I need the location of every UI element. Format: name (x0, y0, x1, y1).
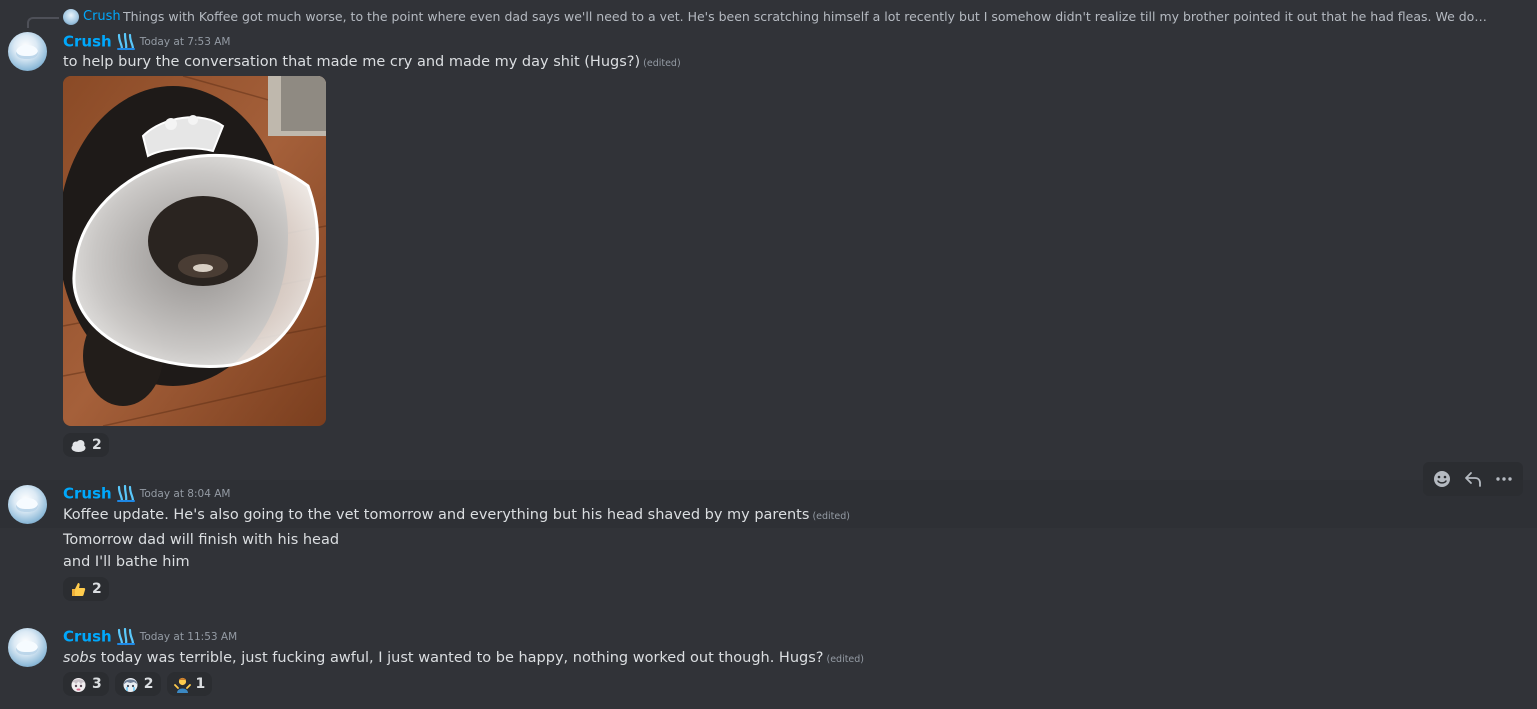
role-badge-icon[interactable] (116, 32, 136, 51)
reply-author[interactable]: Crush (83, 6, 121, 28)
message-text: Koffee update. He's also going to the ve… (63, 507, 810, 523)
edited-label: (edited) (826, 654, 865, 665)
reaction-person-shrug[interactable]: 1 (166, 672, 213, 696)
edited-label: (edited) (812, 511, 850, 522)
message-content: Koffee update. He's also going to the ve… (63, 504, 850, 528)
reaction-crying-character[interactable]: 2 (114, 672, 161, 696)
cloud-icon (71, 439, 86, 452)
message-text: Tomorrow dad will finish with his head (63, 532, 340, 548)
reply-spine (27, 17, 59, 28)
reaction-count: 2 (92, 581, 102, 597)
emphasis-text: sobs (63, 650, 97, 666)
avatar[interactable] (8, 485, 47, 524)
person-shrug-icon (173, 677, 191, 693)
message-timestamp[interactable]: Today at 11:53 AM (140, 631, 237, 643)
message-text: today was terrible, just fucking awful, … (96, 650, 824, 666)
role-badge-icon[interactable] (116, 484, 136, 503)
crying-character-icon (123, 677, 138, 692)
message-header: Crush Today at 11:53 AM (63, 626, 237, 646)
reply-icon (1465, 472, 1481, 487)
role-badge-icon[interactable] (116, 627, 136, 646)
add-reaction-button[interactable] (1428, 465, 1456, 493)
message-text: to help bury the conversation that made … (63, 54, 641, 70)
reaction-sad-character[interactable]: 3 (63, 672, 109, 696)
more-options-button[interactable] (1490, 465, 1518, 493)
message-header: Crush Today at 7:53 AM (63, 31, 230, 51)
message-content: sobs today was terrible, just fucking aw… (63, 647, 864, 671)
avatar[interactable] (8, 32, 47, 71)
message-group: Crush Today at 7:53 AM to help bury the … (0, 28, 1537, 460)
reaction-count: 2 (143, 676, 154, 692)
message-timestamp[interactable]: Today at 8:04 AM (140, 488, 231, 500)
author-name[interactable]: Crush (63, 628, 112, 646)
message-header: Crush Today at 8:04 AM (63, 483, 230, 503)
reactions: 2 (63, 577, 109, 601)
reaction-count: 1 (195, 676, 206, 692)
edited-label: (edited) (643, 58, 681, 69)
reaction-thumbs-up[interactable]: 2 (63, 577, 109, 601)
more-options-icon (1495, 477, 1512, 481)
message-content: to help bury the conversation that made … (63, 51, 681, 75)
message-group: Crush Today at 11:53 AM sobs today was t… (0, 623, 1537, 703)
dog-cone-photo (63, 76, 326, 426)
message-group: Crush Today at 8:04 AM Koffee update. He… (0, 480, 1537, 528)
message-actions-toolbar (1423, 462, 1523, 496)
reaction-count: 3 (92, 676, 102, 692)
add-reaction-icon (1434, 471, 1451, 487)
image-attachment[interactable] (63, 76, 326, 426)
reply-preview[interactable]: Crush Things with Koffee got much worse,… (0, 6, 1537, 28)
reply-text[interactable]: Things with Koffee got much worse, to th… (123, 6, 1489, 28)
author-name[interactable]: Crush (63, 33, 112, 51)
message-text: and I'll bathe him (63, 554, 190, 570)
author-name[interactable]: Crush (63, 485, 112, 503)
reaction-cloud[interactable]: 2 (63, 433, 109, 457)
reactions: 2 (63, 433, 109, 457)
reactions: 3 2 1 (63, 672, 213, 696)
reply-button[interactable] (1459, 465, 1487, 493)
avatar[interactable] (8, 628, 47, 667)
chat-messages: Crush Things with Koffee got much worse,… (0, 0, 1537, 709)
reaction-count: 2 (92, 437, 102, 453)
thumbs-up-icon (72, 582, 86, 596)
message-timestamp[interactable]: Today at 7:53 AM (140, 36, 231, 48)
reply-avatar[interactable] (63, 9, 79, 25)
sad-character-icon (71, 677, 86, 692)
